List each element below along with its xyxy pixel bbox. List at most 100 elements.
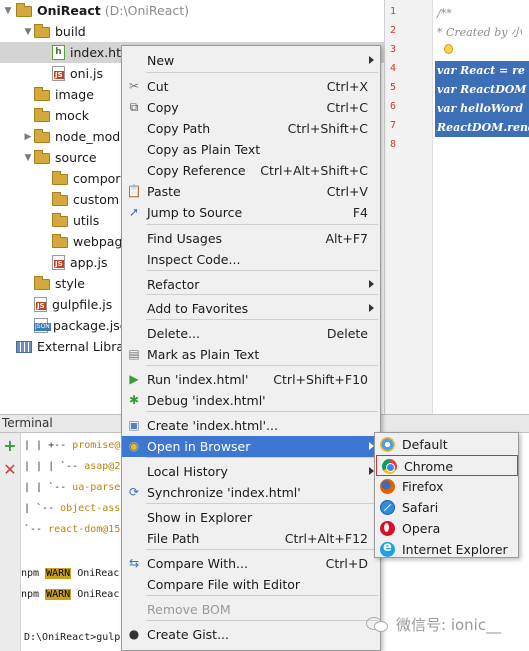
menu-item-create-gist[interactable]: ● Create Gist...: [122, 624, 380, 645]
tree-item-label: mock: [55, 108, 89, 123]
menu-item-shortcut: Alt+F7: [325, 231, 368, 246]
menu-item-shortcut: Ctrl+C: [326, 100, 368, 115]
menu-item-copy-path[interactable]: Copy Path Ctrl+Shift+C: [122, 118, 380, 139]
code-editor[interactable]: 1 2 3 4 5 6 7 8 /** * Created by 小 var React = r…: [384, 0, 529, 414]
menu-item-shortcut: Ctrl+V: [326, 184, 368, 199]
code-line[interactable]: [435, 137, 529, 156]
menu-item-debug-index-html[interactable]: ✱ Debug 'index.html': [122, 390, 380, 411]
terminal-line: `-- react-dom@15: [24, 523, 120, 537]
menu-separator: [146, 457, 378, 458]
menu-item-compare-file-with-editor[interactable]: Compare File with Editor: [122, 574, 380, 595]
browser-item-firefox[interactable]: Firefox: [375, 476, 518, 497]
expand-arrow-icon[interactable]: ▼: [22, 27, 34, 37]
menu-item-open-in-browser[interactable]: ◉ Open in Browser: [122, 436, 380, 457]
menu-item-synchronize-index-html[interactable]: ⟳ Synchronize 'index.html': [122, 482, 380, 503]
folder-icon: [34, 129, 50, 143]
menu-item-find-usages[interactable]: Find Usages Alt+F7: [122, 228, 380, 249]
browser-item-chrome[interactable]: Chrome: [376, 455, 518, 476]
menu-item-mark-as-plain-text[interactable]: ▤ Mark as Plain Text: [122, 344, 380, 365]
tree-item[interactable]: ▼ build: [0, 21, 384, 42]
expand-arrow-icon[interactable]: ▼: [22, 153, 34, 163]
menu-separator: [146, 319, 378, 320]
code-line[interactable]: var ReactDOM =: [435, 80, 529, 99]
dependency-name: asap@2: [84, 461, 121, 472]
open-in-browser-submenu: Default Chrome Firefox Safari Opera Internet …: [374, 432, 519, 558]
submenu-arrow-icon: [369, 280, 374, 288]
menu-item-run-index-html[interactable]: ▶ Run 'index.html' Ctrl+Shift+F10: [122, 369, 380, 390]
menu-item-label: Show in Explorer: [147, 510, 253, 525]
menu-item-local-history[interactable]: Local History: [122, 461, 380, 482]
menu-item-refactor[interactable]: Refactor: [122, 274, 380, 295]
tree-item-label: oni.js: [70, 66, 104, 81]
submenu-arrow-icon: [369, 56, 374, 64]
menu-item-label: Jump to Source: [147, 205, 243, 220]
menu-item-copy-as-plain-text[interactable]: Copy as Plain Text: [122, 139, 380, 160]
code-line[interactable]: ReactDOM.rende: [435, 118, 529, 137]
code-line[interactable]: * Created by 小: [435, 23, 529, 42]
menu-separator: [146, 72, 378, 73]
dependency-name: promise@: [72, 440, 121, 451]
code-line[interactable]: var helloWord: [435, 99, 529, 118]
menu-item-label: Cut: [147, 79, 169, 94]
close-session-x-icon[interactable]: ✕: [3, 462, 17, 478]
menu-item-label: Create 'index.html'...: [147, 418, 278, 433]
menu-item-paste[interactable]: 📋 Paste Ctrl+V: [122, 181, 380, 202]
terminal-title: Terminal: [2, 416, 53, 430]
menu-item-label: Remove BOM: [147, 602, 231, 617]
menu-separator: [146, 411, 378, 412]
internet-explorer-icon: [380, 540, 395, 557]
menu-item-new[interactable]: New: [122, 50, 380, 71]
dependency-name: ua-parse: [72, 482, 121, 493]
terminal-line: | `-- object-ass: [24, 502, 120, 516]
browser-item-safari[interactable]: Safari: [375, 497, 518, 518]
menu-item-label: File Path: [147, 531, 200, 546]
menu-item-label: Open in Browser: [147, 439, 251, 454]
menu-item-cut[interactable]: ✂ Cut Ctrl+X: [122, 76, 380, 97]
menu-item-label: Refactor: [147, 277, 200, 292]
browser-item-internet-explorer[interactable]: Internet Explorer: [375, 539, 518, 560]
default-browser-icon: [380, 437, 395, 452]
menu-item-label: Compare With...: [147, 556, 248, 571]
menu-item-delete[interactable]: Delete... Delete: [122, 323, 380, 344]
js-file-icon: [52, 66, 65, 81]
chrome-icon: [382, 459, 397, 474]
browser-item-default[interactable]: Default: [375, 434, 518, 455]
menu-item-add-to-favorites[interactable]: Add to Favorites: [122, 298, 380, 319]
compare-icon: ⇆: [128, 556, 140, 570]
browser-item-label: Firefox: [402, 479, 444, 494]
menu-item-file-path[interactable]: File Path Ctrl+Alt+F12: [122, 528, 380, 549]
menu-item-inspect-code[interactable]: Inspect Code...: [122, 249, 380, 270]
menu-item-show-in-explorer[interactable]: Show in Explorer: [122, 507, 380, 528]
warn-badge: WARN: [45, 589, 72, 600]
menu-item-label: Delete...: [147, 326, 200, 341]
menu-item-label: Find Usages: [147, 231, 223, 246]
tree-item-label: compor: [73, 171, 121, 186]
menu-separator: [146, 595, 378, 596]
debug-icon: ✱: [128, 393, 140, 407]
menu-item-label: Copy: [147, 100, 179, 115]
menu-item-copy-reference[interactable]: Copy Reference Ctrl+Alt+Shift+C: [122, 160, 380, 181]
menu-item-label: Copy Reference: [147, 163, 246, 178]
terminal-warn-line: npm WARN OniReac: [21, 588, 119, 602]
menu-item-create-index-html[interactable]: ▣ Create 'index.html'...: [122, 415, 380, 436]
context-menu: New ✂ Cut Ctrl+X ⧉ Copy Ctrl+C Copy Path Ctrl+Sh…: [121, 45, 381, 651]
menu-separator: [146, 549, 378, 550]
menu-item-compare-with[interactable]: ⇆ Compare With... Ctrl+D: [122, 553, 380, 574]
tree-item-label: package.jsc: [53, 318, 127, 333]
collapse-arrow-icon[interactable]: ▶: [22, 132, 34, 142]
code-line[interactable]: var React = re: [435, 61, 529, 80]
browser-item-opera[interactable]: Opera: [375, 518, 518, 539]
line-number: 8: [390, 139, 397, 150]
add-session-plus-icon[interactable]: +: [3, 438, 17, 454]
menu-separator: [146, 270, 378, 271]
terminal-line: | | `-- ua-parse: [24, 481, 120, 495]
menu-item-copy[interactable]: ⧉ Copy Ctrl+C: [122, 97, 380, 118]
menu-item-jump-to-source[interactable]: ➚ Jump to Source F4: [122, 202, 380, 223]
tree-root-row[interactable]: ▼ OniReact (D:\OniReact): [0, 0, 384, 21]
tree-item-label: utils: [73, 213, 100, 228]
code-line[interactable]: /**: [435, 4, 529, 23]
code-line[interactable]: [435, 42, 529, 61]
browser-item-label: Chrome: [404, 459, 454, 474]
line-number: 3: [390, 44, 397, 55]
expand-arrow-icon[interactable]: ▼: [2, 6, 14, 16]
